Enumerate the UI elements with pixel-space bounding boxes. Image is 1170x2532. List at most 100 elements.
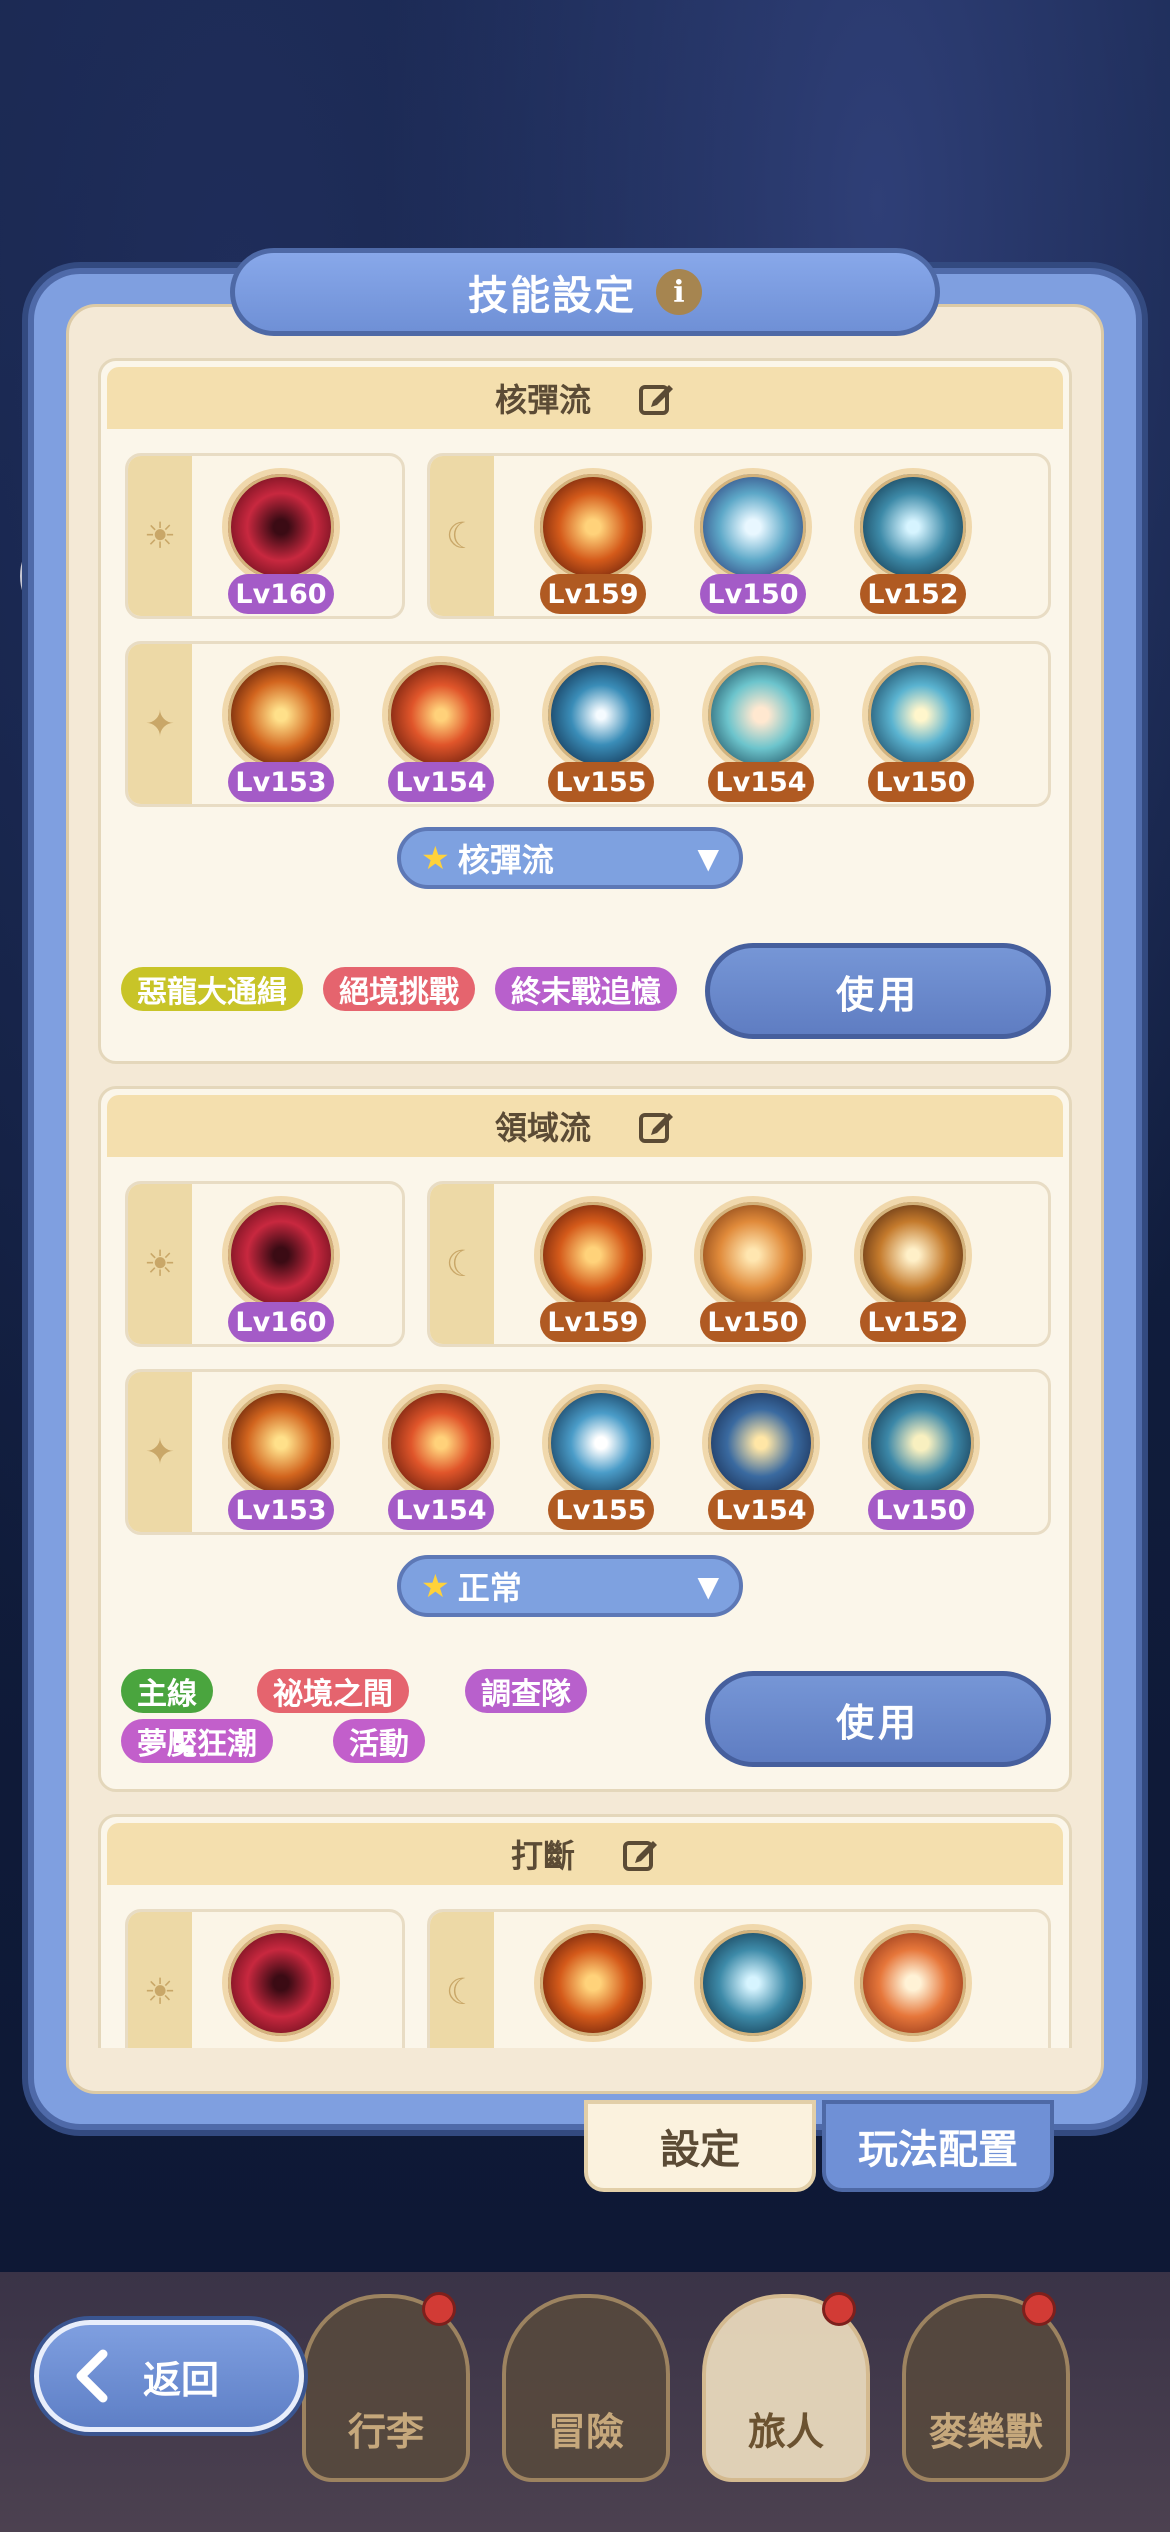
skill-slot[interactable]: Lv150	[690, 464, 816, 614]
mode-dropdown[interactable]: ★ 核彈流 ▼	[397, 827, 743, 889]
skill-level: Lv155	[548, 762, 654, 802]
skill-icon	[694, 468, 812, 586]
nav-adventure[interactable]: 冒險	[502, 2294, 670, 2482]
skill-icon	[542, 1384, 660, 1502]
skill-slot[interactable]: Lv153	[218, 652, 344, 802]
moon-skill-row: ☾ Lv159 Lv150 Lv152	[427, 453, 1051, 619]
skill-slot[interactable]: Lv150	[858, 1380, 984, 1530]
skill-slot[interactable]	[218, 1920, 344, 2048]
mode-tag: 活動	[333, 1719, 425, 1763]
loadout-header: 領域流	[107, 1095, 1063, 1157]
skill-slot[interactable]: Lv152	[850, 464, 976, 614]
nav-label: 冒險	[547, 2410, 624, 2454]
skill-slot[interactable]: Lv154	[698, 1380, 824, 1530]
use-button[interactable]: 使用	[705, 943, 1051, 1039]
sun-skill-row: ☀ Lv160	[125, 1181, 405, 1347]
sun-icon: ☀	[128, 1184, 192, 1344]
loadout-name: 打斷	[510, 1837, 575, 1875]
edit-icon[interactable]	[637, 1107, 675, 1145]
skill-level: Lv154	[388, 762, 494, 802]
back-label: 返回	[143, 2357, 220, 2402]
skill-level: Lv154	[388, 1490, 494, 1530]
skill-level: Lv159	[540, 574, 646, 614]
skill-icon	[222, 1384, 340, 1502]
skill-icon	[534, 1924, 652, 2042]
dropdown-value: 核彈流	[457, 841, 554, 879]
skill-icon	[222, 468, 340, 586]
skill-slot[interactable]: Lv154	[378, 652, 504, 802]
loadout-name: 領域流	[494, 1109, 591, 1147]
skill-level: Lv160	[228, 574, 334, 614]
edit-icon[interactable]	[621, 1835, 659, 1873]
skill-icon	[542, 656, 660, 774]
skill-slot[interactable]: Lv160	[218, 464, 344, 614]
use-button[interactable]: 使用	[705, 1671, 1051, 1767]
moon-icon: ☾	[430, 1184, 494, 1344]
notification-dot	[822, 2292, 856, 2326]
skill-icon	[694, 1924, 812, 2042]
dialog-title-plate: 技能設定 i	[230, 248, 940, 336]
skill-slot[interactable]: Lv153	[218, 1380, 344, 1530]
skill-slot[interactable]	[690, 1920, 816, 2048]
info-icon[interactable]: i	[656, 269, 702, 315]
sun-skill-row: ☀ Lv160	[125, 453, 405, 619]
mode-dropdown[interactable]: ★ 正常 ▼	[397, 1555, 743, 1617]
skill-slot[interactable]: Lv159	[530, 464, 656, 614]
skill-icon	[382, 1384, 500, 1502]
skill-level: Lv154	[708, 1490, 814, 1530]
skill-slot[interactable]	[850, 1920, 976, 2048]
skill-icon	[382, 656, 500, 774]
skill-level: Lv150	[700, 574, 806, 614]
loadout-card-2: 領域流 ☀ Lv160 ☾ Lv159 Lv150 Lv152 ✦ Lv153 …	[98, 1086, 1072, 1792]
skill-icon	[694, 1196, 812, 1314]
skill-level: Lv152	[860, 1302, 966, 1342]
skill-slot[interactable]	[530, 1920, 656, 2048]
back-button[interactable]: 返回	[34, 2320, 304, 2432]
skill-slot[interactable]: Lv150	[690, 1192, 816, 1342]
nav-label: 旅人	[747, 2410, 824, 2454]
skill-icon	[854, 1196, 972, 1314]
skill-slot[interactable]: Lv155	[538, 652, 664, 802]
skill-level: Lv150	[868, 1490, 974, 1530]
star-icon: ★	[421, 839, 450, 877]
mode-tag: 惡龍大通緝	[121, 967, 303, 1011]
loadout-header: 核彈流	[107, 367, 1063, 429]
mode-tag: 夢魘狂潮	[121, 1719, 273, 1763]
tab-gameplay-config[interactable]: 玩法配置	[822, 2100, 1054, 2192]
skill-level: Lv160	[228, 1302, 334, 1342]
nav-label: 行李	[347, 2410, 424, 2454]
nav-traveler[interactable]: 旅人	[702, 2292, 870, 2482]
sun-skill-row: ☀	[125, 1909, 405, 2048]
skill-slot[interactable]: Lv152	[850, 1192, 976, 1342]
skill-slot[interactable]: Lv159	[530, 1192, 656, 1342]
skill-level: Lv150	[700, 1302, 806, 1342]
nav-luggage[interactable]: 行李	[302, 2292, 470, 2482]
loadout-name: 核彈流	[494, 381, 591, 419]
star-icon: ✦	[128, 1372, 192, 1532]
tab-settings[interactable]: 設定	[584, 2100, 816, 2192]
back-arrow-icon	[76, 2349, 108, 2403]
dropdown-value: 正常	[457, 1569, 522, 1607]
mode-tag: 絕境挑戰	[323, 967, 475, 1011]
edit-icon[interactable]	[637, 379, 675, 417]
nav-pet[interactable]: 麥樂獸	[902, 2292, 1070, 2482]
skill-slot[interactable]: Lv160	[218, 1192, 344, 1342]
chevron-down-icon: ▼	[697, 1569, 719, 1603]
skill-icon	[534, 1196, 652, 1314]
skill-icon	[702, 656, 820, 774]
loadout-list[interactable]: 核彈流 ☀ Lv160 ☾ Lv159 Lv150 Lv152 ✦ Lv153 …	[98, 358, 1072, 2048]
skill-slot[interactable]: Lv155	[538, 1380, 664, 1530]
mode-tag: 終末戰追憶	[495, 967, 677, 1011]
skill-slot[interactable]: Lv154	[378, 1380, 504, 1530]
moon-icon: ☾	[430, 1912, 494, 2048]
skill-level: Lv154	[708, 762, 814, 802]
skill-slot[interactable]: Lv150	[858, 652, 984, 802]
star-icon: ★	[421, 1567, 450, 1605]
skill-slot[interactable]: Lv154	[698, 652, 824, 802]
skill-icon	[534, 468, 652, 586]
skill-level: Lv159	[540, 1302, 646, 1342]
chevron-down-icon: ▼	[697, 841, 719, 875]
skill-icon	[222, 656, 340, 774]
moon-skill-row: ☾ Lv159 Lv150 Lv152	[427, 1181, 1051, 1347]
skill-level: Lv155	[548, 1490, 654, 1530]
